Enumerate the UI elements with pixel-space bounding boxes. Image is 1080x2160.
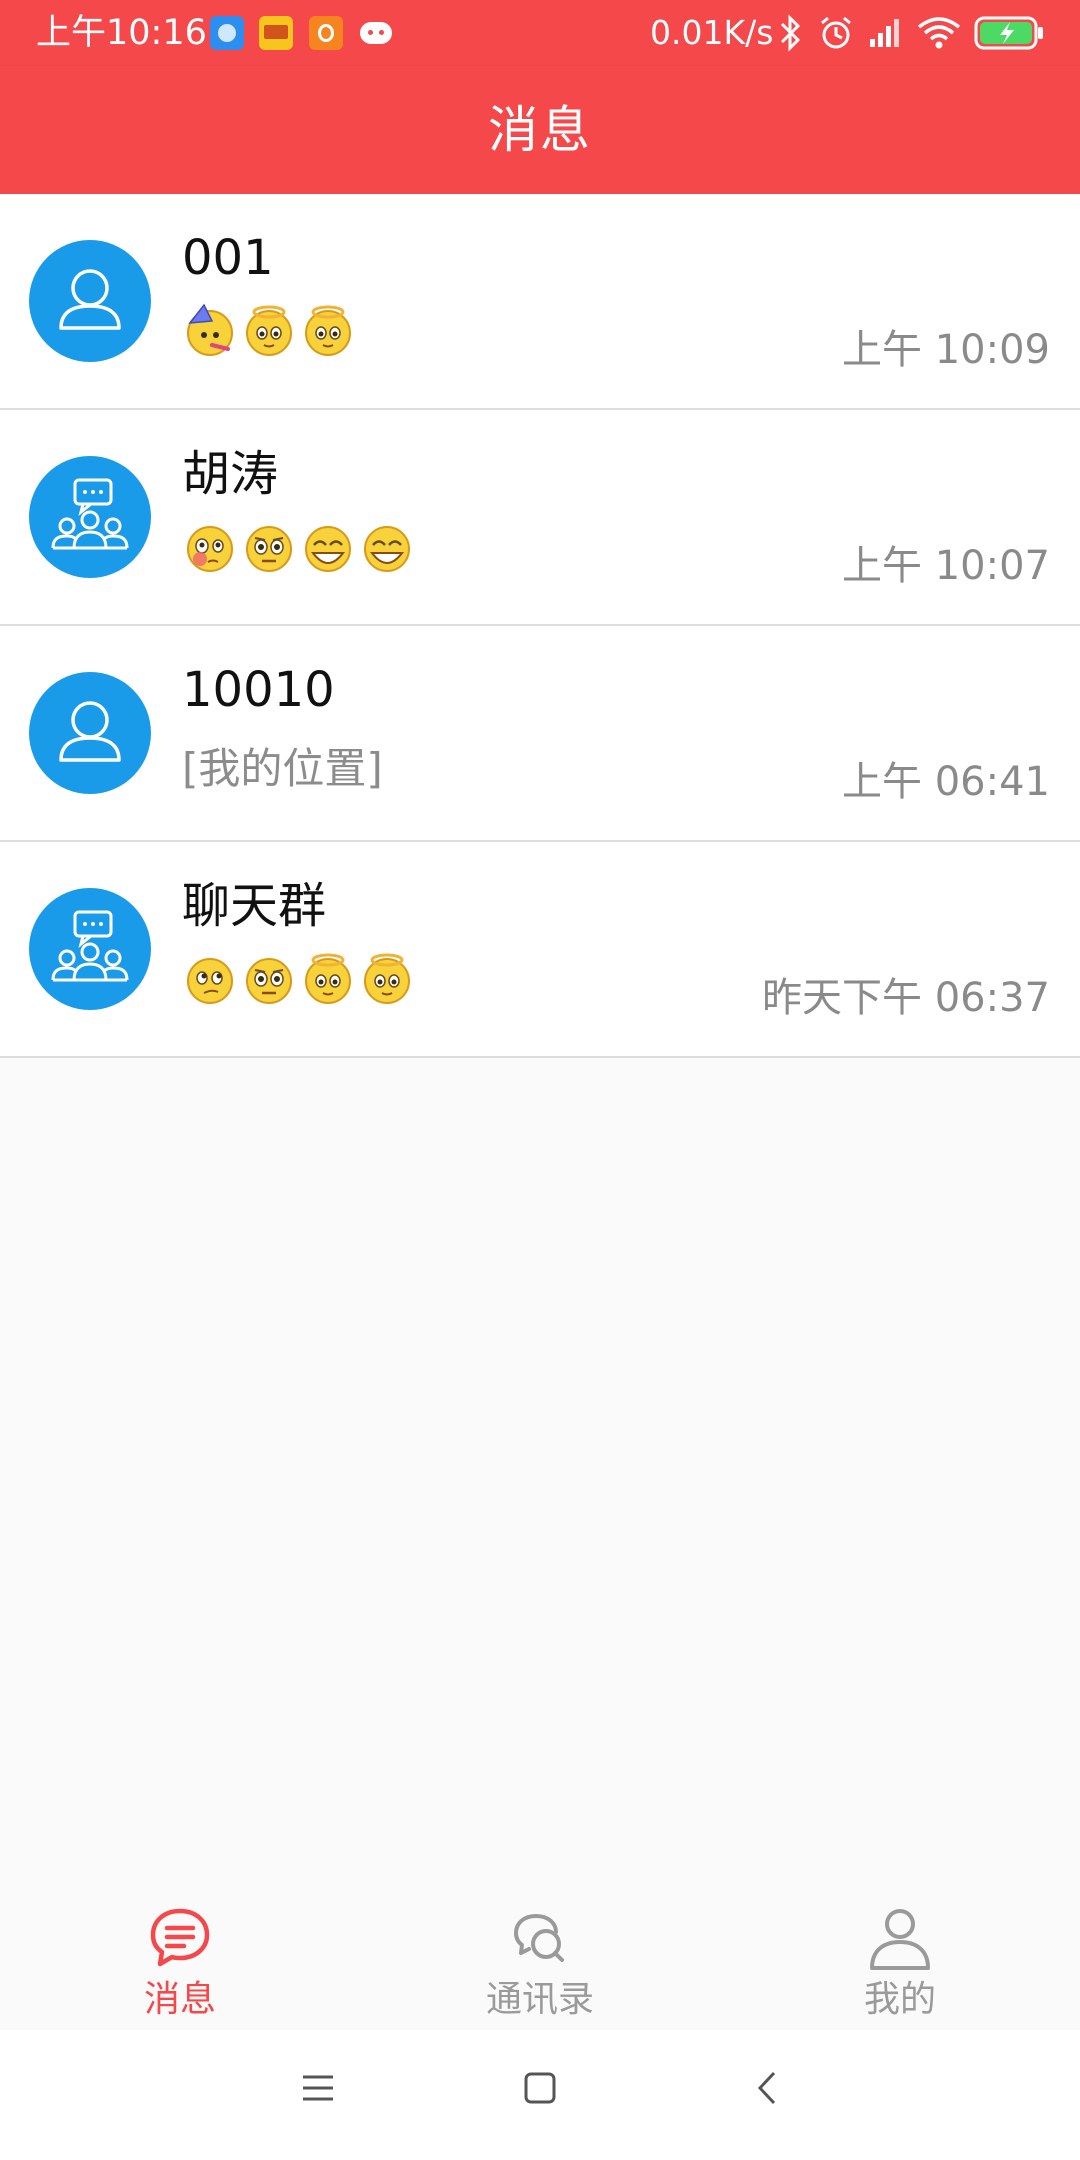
tab-messages[interactable]: 消息 xyxy=(0,1880,360,2030)
tab-messages-label: 消息 xyxy=(143,1979,216,2020)
angel-emoji xyxy=(359,951,418,1011)
tab-contacts[interactable]: 通讯录 xyxy=(360,1880,720,2030)
home-icon[interactable] xyxy=(522,2070,558,2106)
chat-bubble-icon xyxy=(150,1908,210,1967)
profile-icon xyxy=(870,1909,930,1970)
network-speed: 0.01K/s xyxy=(650,13,774,52)
tab-contacts-label: 通讯录 xyxy=(485,1979,594,2020)
conversation-name: 10010 xyxy=(182,662,335,718)
tab-profile[interactable]: 我的 xyxy=(720,1880,1080,2030)
group-avatar-icon xyxy=(29,456,151,578)
grin-emoji xyxy=(300,519,359,579)
battery-charging-icon xyxy=(974,16,1043,50)
page-title: 消息 xyxy=(488,101,592,159)
conversation-time: 上午 10:07 xyxy=(842,543,1050,589)
conversation-time: 上午 10:09 xyxy=(842,327,1050,373)
conversation-item[interactable]: 聊天群昨天下午 06:37 xyxy=(0,842,1080,1058)
conversation-item[interactable]: 10010 [我的位置] 上午 06:41 xyxy=(0,626,1080,842)
conversation-name: 胡涛 xyxy=(182,446,279,502)
preview-text: [我的位置] xyxy=(182,743,383,793)
conversation-preview xyxy=(182,518,418,580)
contacts-chat-icon xyxy=(514,1914,564,1962)
conversation-name: 聊天群 xyxy=(182,878,327,934)
conversation-item[interactable]: 胡涛上午 10:07 xyxy=(0,410,1080,626)
blush-emoji xyxy=(182,519,241,579)
game-app-icon xyxy=(360,22,392,44)
status-time: 上午10:16 xyxy=(36,13,207,53)
group-avatar-icon xyxy=(29,888,151,1010)
conversation-preview xyxy=(182,950,418,1012)
conversation-item[interactable]: 001 上午 10:09 xyxy=(0,194,1080,410)
angel-emoji xyxy=(300,303,359,363)
conversation-time: 上午 06:41 xyxy=(842,759,1050,805)
party-emoji xyxy=(182,303,241,363)
stare-emoji xyxy=(241,519,300,579)
stare-emoji xyxy=(241,951,300,1011)
bottom-nav: 消息 通讯录 我的 xyxy=(0,1880,1080,2030)
menu-icon[interactable] xyxy=(300,2070,336,2106)
browser-app-icon xyxy=(210,16,244,50)
conversation-preview xyxy=(182,302,359,364)
thinking-emoji xyxy=(182,951,241,1011)
status-bar: 上午10:16 0.01K/s xyxy=(0,0,1080,66)
header-bar: 消息 xyxy=(0,66,1080,194)
angel-emoji xyxy=(241,303,300,363)
bluetooth-icon xyxy=(780,14,801,52)
signal-icon xyxy=(870,19,899,47)
conversation-time: 昨天下午 06:37 xyxy=(762,975,1050,1021)
system-nav-bar xyxy=(0,2030,1080,2160)
angel-emoji xyxy=(300,951,359,1011)
conversation-name: 001 xyxy=(182,230,274,286)
alarm-icon xyxy=(821,16,851,49)
conversation-list: 001 上午 10:09 胡涛上午 10:07 10010 [我的位置] 上午 06:41… xyxy=(0,194,1080,1058)
conversation-preview: [我的位置] xyxy=(182,734,383,796)
wifi-icon xyxy=(917,17,961,49)
person-avatar-icon xyxy=(29,240,151,362)
news-app-icon xyxy=(259,16,293,50)
grin-emoji xyxy=(359,519,418,579)
person-avatar-icon xyxy=(29,672,151,794)
back-icon[interactable] xyxy=(750,2070,786,2106)
tab-profile-label: 我的 xyxy=(863,1979,936,2020)
uc-browser-icon xyxy=(309,16,343,50)
